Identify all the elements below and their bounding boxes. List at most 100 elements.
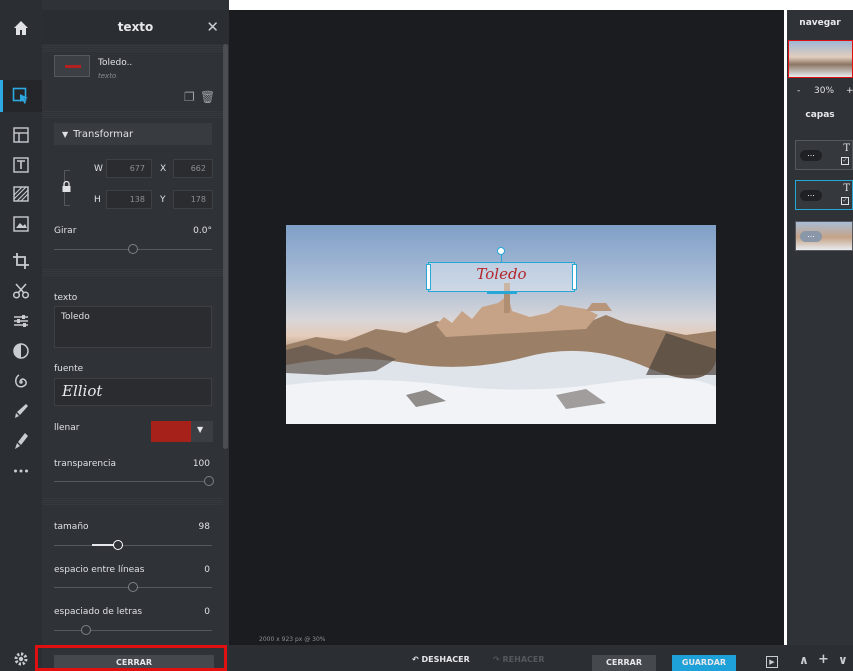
size-slider-fill bbox=[92, 544, 114, 546]
contrast-icon[interactable] bbox=[0, 335, 42, 367]
line-spacing-value: 0 bbox=[204, 565, 210, 575]
layer-type: texto bbox=[98, 72, 117, 80]
canvas-text[interactable]: Toledo bbox=[428, 262, 575, 283]
image-icon[interactable] bbox=[0, 208, 42, 240]
highlight-box bbox=[35, 645, 227, 671]
redo-button: ↷ REHACER bbox=[493, 655, 545, 664]
chevron-down-icon: ▼ bbox=[197, 425, 204, 434]
toggle-panel-icon[interactable]: ▶ bbox=[766, 656, 778, 668]
right-panel bbox=[787, 10, 853, 645]
text-icon[interactable] bbox=[0, 149, 42, 181]
layer-thumb-1[interactable]: ... T ✓ bbox=[795, 140, 853, 170]
app-root: texto ✕ Toledo.. texto ❐ 🗑 ▼ Transformar… bbox=[0, 0, 853, 671]
pen-icon[interactable] bbox=[0, 425, 42, 457]
crop-icon[interactable] bbox=[0, 245, 42, 277]
font-select[interactable]: Elliot bbox=[54, 378, 212, 406]
save-button[interactable]: GUARDAR bbox=[672, 655, 736, 671]
tool-sidebar bbox=[0, 0, 42, 671]
transform-label: Transformar bbox=[73, 128, 134, 140]
redo-icon: ↷ bbox=[493, 655, 503, 664]
navigate-title: navegar bbox=[799, 18, 841, 28]
rotate-handle[interactable] bbox=[497, 247, 505, 255]
more-icon[interactable]: ... bbox=[800, 150, 822, 161]
undo-icon: ↶ bbox=[412, 655, 422, 664]
text-input[interactable]: Toledo bbox=[54, 306, 212, 348]
x-label: X bbox=[160, 164, 167, 174]
trash-icon[interactable]: 🗑 bbox=[200, 90, 215, 104]
adjust-icon[interactable] bbox=[0, 305, 42, 337]
zoom-out-button[interactable]: - bbox=[797, 86, 800, 96]
resize-handle-bottom[interactable] bbox=[487, 291, 517, 294]
visibility-checkbox[interactable]: ✓ bbox=[841, 157, 849, 165]
divider bbox=[42, 497, 223, 505]
cut-icon[interactable] bbox=[0, 275, 42, 307]
rotate-slider-knob[interactable] bbox=[128, 244, 138, 254]
letter-spacing-slider-knob[interactable] bbox=[81, 625, 91, 635]
text-layer-icon: T bbox=[843, 183, 850, 194]
rotate-label: Girar bbox=[54, 226, 77, 236]
size-slider-knob[interactable] bbox=[113, 540, 123, 550]
layer-thumbnail bbox=[54, 55, 90, 77]
visibility-checkbox[interactable]: ✓ bbox=[841, 197, 849, 205]
undo-button[interactable]: ↶ DESHACER bbox=[412, 655, 470, 664]
close-button[interactable]: CERRAR bbox=[592, 655, 656, 671]
layer-name: Toledo.. bbox=[98, 58, 133, 68]
layers-title: capas bbox=[805, 110, 835, 120]
fill-label: llenar bbox=[54, 423, 80, 433]
layer-thumb-3[interactable]: ... bbox=[795, 221, 853, 251]
w-field[interactable]: 677 bbox=[106, 159, 152, 178]
h-label: H bbox=[94, 195, 101, 205]
select-icon[interactable] bbox=[0, 80, 42, 112]
w-label: W bbox=[94, 164, 103, 174]
letter-spacing-value: 0 bbox=[204, 607, 210, 617]
more-icon[interactable]: ... bbox=[800, 231, 822, 242]
duplicate-icon[interactable]: ❐ bbox=[184, 90, 195, 104]
divider bbox=[42, 110, 223, 118]
layout-icon[interactable] bbox=[0, 119, 42, 151]
size-value: 98 bbox=[198, 522, 210, 532]
y-field[interactable]: 178 bbox=[173, 190, 213, 209]
more-icon[interactable]: ... bbox=[800, 190, 822, 201]
canvas-status: 2000 x 923 px @ 30% bbox=[259, 636, 326, 643]
opacity-slider-knob[interactable] bbox=[204, 476, 214, 486]
fill-color-picker[interactable]: ▼ bbox=[151, 421, 213, 442]
font-label: fuente bbox=[54, 364, 84, 374]
arrow-down-icon[interactable]: ∨ bbox=[838, 653, 848, 667]
h-field[interactable]: 138 bbox=[106, 190, 152, 209]
opacity-label: transparencia bbox=[54, 459, 117, 469]
properties-panel: texto ✕ Toledo.. texto ❐ 🗑 ▼ Transformar… bbox=[42, 0, 229, 671]
divider bbox=[42, 268, 223, 276]
size-slider-track[interactable] bbox=[54, 545, 212, 546]
redo-label: REHACER bbox=[502, 655, 545, 664]
divider bbox=[42, 44, 223, 52]
pattern-icon[interactable] bbox=[0, 178, 42, 210]
line-spacing-slider-knob[interactable] bbox=[128, 582, 138, 592]
home-icon[interactable] bbox=[0, 10, 42, 46]
zoom-value: 30% bbox=[814, 86, 835, 96]
transform-section-header[interactable]: ▼ Transformar bbox=[54, 123, 212, 145]
arrow-up-icon[interactable]: ∧ bbox=[799, 653, 809, 667]
text-label: texto bbox=[54, 293, 78, 303]
x-field[interactable]: 662 bbox=[173, 159, 213, 178]
layer-card[interactable]: Toledo.. texto ❐ 🗑 bbox=[54, 55, 215, 105]
close-icon[interactable]: ✕ bbox=[206, 18, 219, 36]
brush-icon[interactable] bbox=[0, 395, 42, 427]
opacity-value: 100 bbox=[192, 459, 210, 469]
layer-thumb-2[interactable]: ... T ✓ bbox=[795, 180, 853, 210]
chevron-down-icon: ▼ bbox=[62, 129, 69, 139]
size-label: tamaño bbox=[54, 522, 89, 532]
spiral-icon[interactable] bbox=[0, 366, 42, 398]
more-icon[interactable] bbox=[0, 455, 42, 487]
navigator-thumbnail[interactable] bbox=[788, 40, 853, 78]
rotate-value: 0.0° bbox=[193, 226, 212, 236]
panel-title: texto bbox=[117, 20, 154, 34]
zoom-in-button[interactable]: + bbox=[846, 86, 853, 96]
plus-icon[interactable]: + bbox=[818, 652, 829, 667]
fill-color-swatch bbox=[151, 421, 191, 442]
opacity-slider-track[interactable] bbox=[54, 481, 212, 482]
lock-icon[interactable] bbox=[62, 180, 71, 195]
letter-spacing-slider-track[interactable] bbox=[54, 630, 212, 631]
panel-scrollbar[interactable] bbox=[223, 44, 228, 449]
text-layer-icon: T bbox=[843, 143, 850, 154]
letter-spacing-label: espaciado de letras bbox=[54, 607, 143, 617]
